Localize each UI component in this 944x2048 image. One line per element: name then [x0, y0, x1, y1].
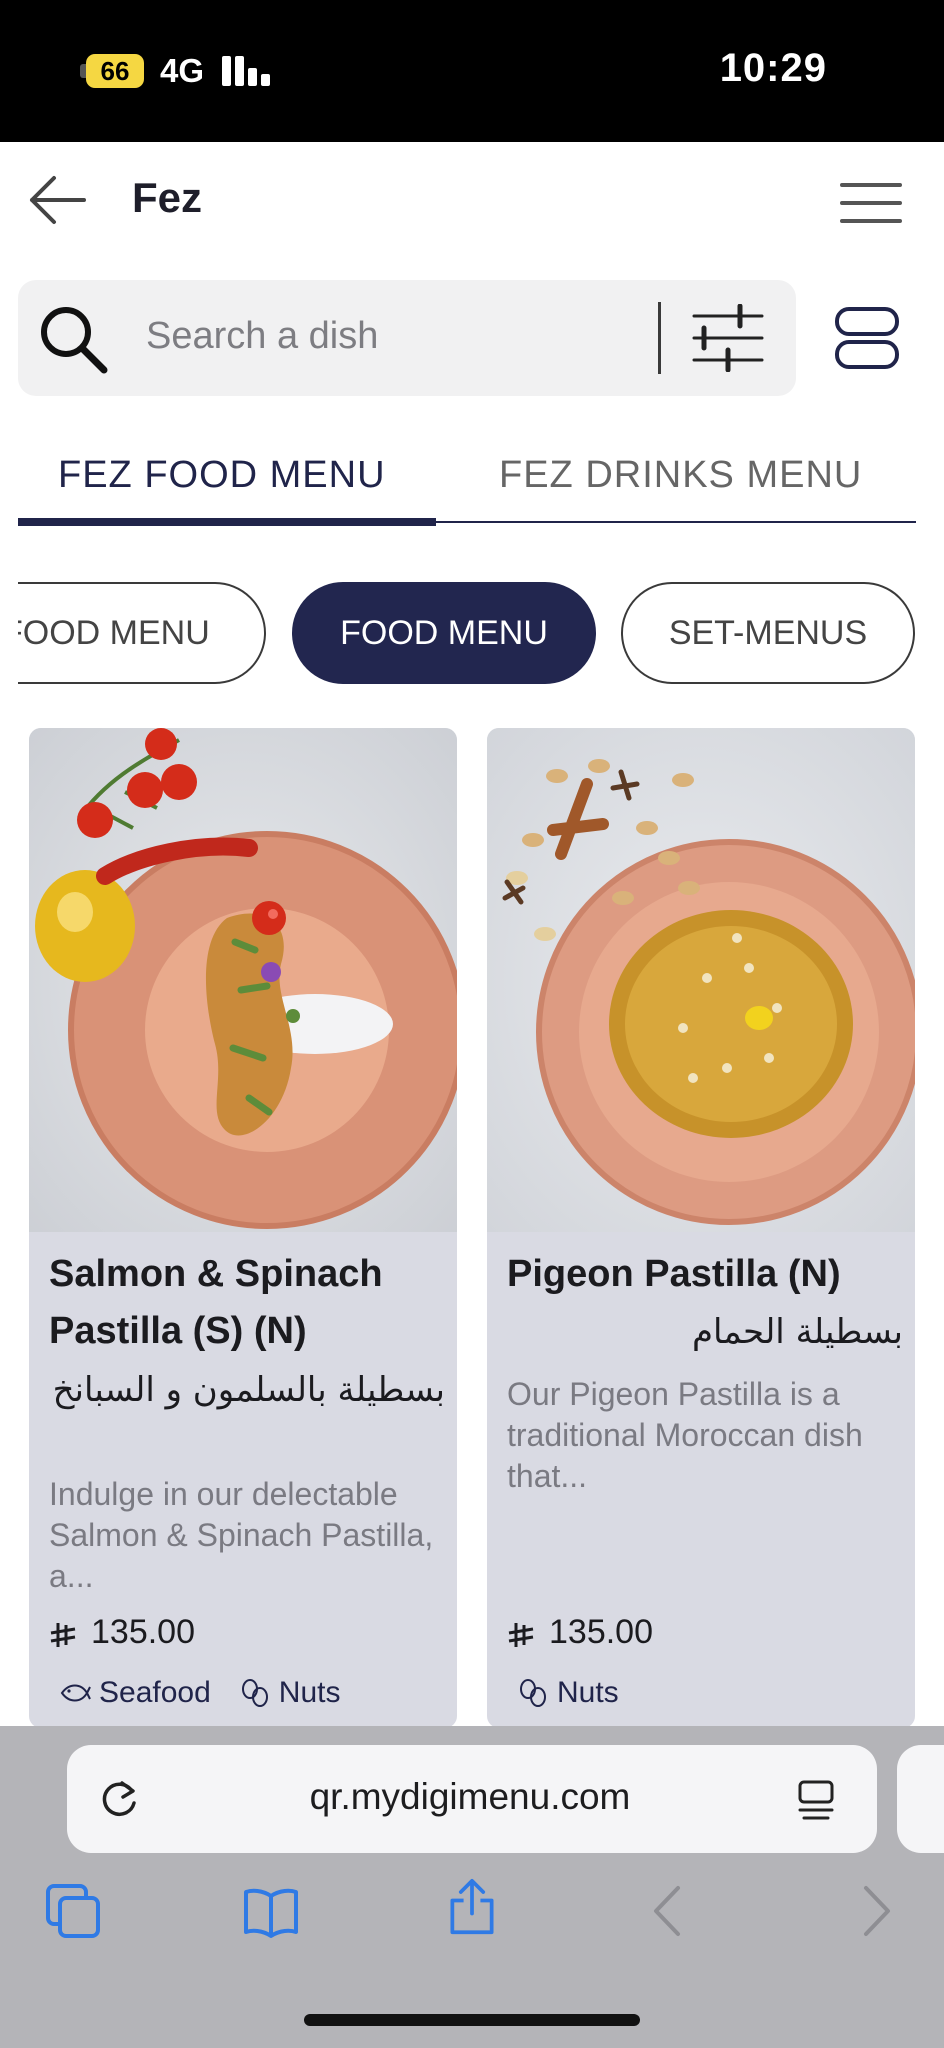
search-icon	[41, 307, 108, 374]
network-type: 4G	[160, 52, 205, 89]
back-arrow-icon[interactable]	[26, 170, 88, 230]
category-pill[interactable]: SET-MENUS	[621, 582, 915, 684]
url-text[interactable]: qr.mydigimenu.com	[200, 1776, 740, 1818]
tag-label: Seafood	[99, 1676, 211, 1709]
tag-label: Nuts	[557, 1676, 619, 1709]
reader-mode-icon[interactable]	[796, 1778, 836, 1822]
layout-toggle-icon[interactable]	[834, 306, 900, 370]
dish-name: Pigeon Pastilla (N)	[507, 1253, 841, 1295]
dish-tags: Seafood Nuts	[59, 1676, 340, 1710]
page-title: Fez	[132, 174, 203, 221]
dish-card[interactable]: Pigeon Pastilla (N) بسطيلة الحمام Our Pi…	[487, 728, 915, 1728]
search-divider	[658, 302, 661, 374]
category-pill-active[interactable]: FOOD MENU	[292, 582, 596, 684]
browser-back-icon[interactable]	[640, 1882, 698, 1940]
tab-fez-food-menu[interactable]: FEZ FOOD MENU	[58, 454, 386, 497]
dish-photo	[29, 728, 457, 1232]
dish-price: 135.00	[91, 1612, 195, 1651]
status-bar: 66 4G 10:29	[0, 0, 944, 142]
tab-fez-drinks-menu[interactable]: FEZ DRINKS MENU	[499, 454, 862, 497]
dish-card[interactable]: Salmon & Spinach Pastilla (S) (N) بسطيلة…	[29, 728, 457, 1728]
active-tab-indicator	[18, 518, 436, 526]
price-row: 135.00	[507, 1608, 653, 1656]
category-pill[interactable]: FOOD MENU	[18, 582, 266, 684]
tag-label: Nuts	[278, 1676, 341, 1709]
dish-tags: Nuts	[517, 1676, 619, 1710]
nuts-icon	[241, 1679, 268, 1707]
category-pills: FOOD MENU FOOD MENU SET-MENUS	[18, 580, 926, 686]
riyal-currency-icon	[508, 1623, 534, 1647]
dish-price: 135.00	[549, 1612, 653, 1651]
nuts-icon	[520, 1679, 546, 1707]
browser-forward-icon[interactable]	[846, 1882, 904, 1940]
reload-icon[interactable]	[98, 1779, 140, 1821]
dish-name: Salmon & Spinach Pastilla (S) (N)	[49, 1253, 383, 1352]
signal-icon	[222, 56, 272, 86]
dish-description: Our Pigeon Pastilla is a traditional Mor…	[507, 1376, 863, 1494]
home-indicator[interactable]	[304, 2014, 640, 2026]
filter-sliders-icon[interactable]	[690, 304, 766, 372]
bookmarks-icon[interactable]	[242, 1882, 300, 1940]
search-input[interactable]	[146, 306, 646, 366]
seafood-icon	[60, 1684, 91, 1702]
riyal-currency-icon	[50, 1623, 76, 1647]
tabs-overview-icon[interactable]	[44, 1882, 102, 1940]
price-row: 135.00	[49, 1608, 195, 1656]
dish-arabic-name: بسطيلة بالسلمون و السبانخ	[52, 1370, 445, 1410]
next-tab-preview[interactable]	[897, 1745, 944, 1853]
hamburger-menu-icon[interactable]	[840, 180, 902, 226]
dish-arabic-name: بسطيلة الحمام	[691, 1312, 903, 1352]
tag-nuts: Nuts	[517, 1676, 619, 1710]
tag-seafood: Seafood	[59, 1676, 211, 1710]
clock: 10:29	[719, 46, 827, 90]
dish-description: Indulge in our delectable Salmon & Spina…	[49, 1476, 434, 1594]
dish-photo	[487, 728, 915, 1232]
tag-nuts: Nuts	[239, 1676, 341, 1710]
battery-level: 66	[86, 54, 144, 88]
share-icon[interactable]	[443, 1878, 501, 1936]
